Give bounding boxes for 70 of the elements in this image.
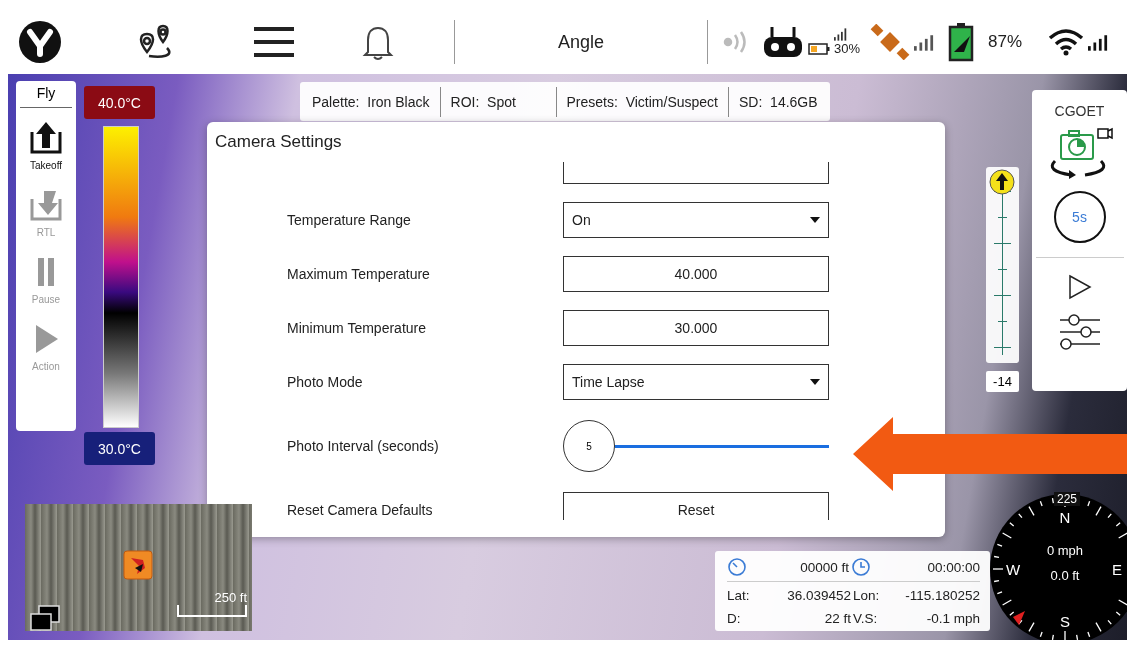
timer-icon (727, 557, 747, 577)
telemetry-label: Lon: (853, 588, 881, 603)
map-scale-label: 250 ft (214, 590, 247, 605)
heading-marker-icon (1013, 611, 1025, 625)
setting-label: Reset Camera Defaults (287, 502, 434, 518)
min-temperature-label: 30.0°C (84, 432, 155, 465)
signal-bars-icon (914, 33, 935, 51)
info-item: ROI: Spot (450, 93, 517, 110)
remote-controller-icon (762, 25, 804, 59)
compass-direction: E (1112, 560, 1122, 578)
drone-marker-icon (123, 550, 153, 580)
slider-track[interactable]: 5 (563, 420, 829, 472)
flight-action-button[interactable]: Takeoff (26, 114, 66, 175)
telemetry-value: -115.180252 (904, 588, 980, 603)
clock-icon (851, 557, 871, 577)
dialog-title: Camera Settings (214, 131, 343, 153)
satellite-icon (870, 24, 911, 60)
signal-bars-icon (834, 28, 849, 41)
altitude-reading: -14 (986, 371, 1019, 392)
camera-mode-label: CGOET (1054, 103, 1105, 119)
bell-icon[interactable] (362, 24, 394, 60)
telemetry-label: V.S: (853, 611, 879, 626)
dropdown[interactable]: On (563, 202, 829, 238)
scale-bar-icon (177, 605, 247, 617)
info-item: Presets: Victim/Suspect (566, 93, 718, 110)
settings-sliders-icon[interactable] (1057, 314, 1102, 350)
caret-icon (810, 379, 820, 385)
info-item: Palette: Iron Black (312, 93, 430, 110)
speed-value: 0 mph (1046, 543, 1084, 558)
telemetry-label: Lat: (727, 588, 751, 603)
flight-mode-label[interactable]: Angle (455, 31, 707, 53)
logo-icon[interactable] (18, 20, 62, 64)
telemetry-label: D: (727, 611, 742, 626)
heading-value: 225 (1054, 492, 1081, 506)
wifi-icon (1048, 28, 1085, 56)
telemetry-value: 36.039452 (786, 588, 851, 603)
input-field[interactable]: 30.000 (563, 310, 829, 346)
setting-label: Temperature Range (287, 212, 412, 228)
distance-value: 00000 ft (799, 559, 849, 575)
shutter-button[interactable]: 5s (1053, 191, 1106, 243)
max-temperature-label: 40.0°C (84, 86, 155, 119)
setting-label: Photo Mode (287, 374, 364, 390)
layers-icon[interactable] (29, 604, 61, 632)
battery-percent: 87% (988, 32, 1023, 52)
setting-label: Maximum Temperature (287, 266, 431, 282)
slider-thumb[interactable]: 5 (563, 420, 615, 472)
input-field[interactable]: 40.000 (563, 256, 829, 292)
signal-icon (722, 29, 748, 55)
battery-icon (948, 22, 975, 62)
telemetry-value: -0.1 mph (925, 611, 980, 626)
dropdown[interactable]: Time Lapse (563, 364, 829, 400)
setting-label: Photo Interval (seconds) (287, 438, 440, 454)
compass-direction: N (1059, 508, 1071, 526)
signal-bars-icon (1088, 33, 1109, 51)
telemetry-value: 22 ft (823, 611, 851, 626)
altitude-value: 0.0 ft (1050, 568, 1080, 583)
info-item: SD: 14.6GB (739, 93, 818, 110)
controller-battery-percent: 30% (834, 41, 861, 56)
battery-icon (808, 42, 830, 55)
menu-icon[interactable] (252, 25, 296, 59)
compass-direction: W (1005, 560, 1021, 578)
slider-thumb[interactable] (989, 169, 1015, 195)
setting-label: Minimum Temperature (287, 320, 427, 336)
reset-button[interactable]: Reset (563, 492, 829, 520)
caret-icon (810, 217, 820, 223)
compass-direction: S (1060, 612, 1070, 630)
flight-time-value: 00:00:00 (926, 559, 980, 575)
altitude-slider[interactable] (986, 167, 1019, 363)
panel-title: Fly (20, 81, 72, 108)
play-icon[interactable] (1067, 274, 1092, 300)
